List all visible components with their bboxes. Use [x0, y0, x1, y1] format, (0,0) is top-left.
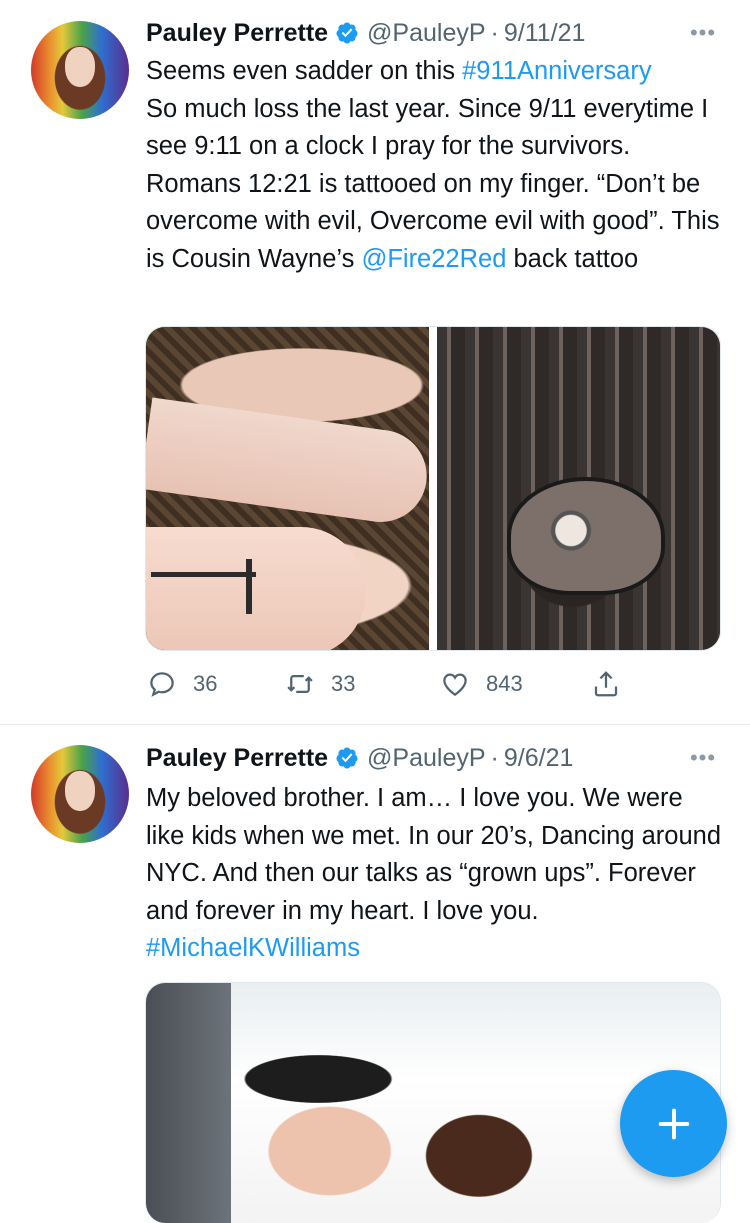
compose-button[interactable]: [620, 1070, 727, 1177]
avatar[interactable]: [31, 745, 129, 843]
more-icon[interactable]: •••: [688, 747, 718, 769]
mention-link[interactable]: @Fire22Red: [361, 245, 506, 273]
retweet-button[interactable]: 33: [285, 664, 355, 704]
author-name[interactable]: Pauley Perrette: [146, 744, 328, 773]
tweet-text-segment: Seems even sadder on this: [146, 57, 463, 85]
tweet[interactable]: Pauley Perrette @PauleyP · 9/11/21 ••• S…: [0, 0, 750, 725]
like-count: 843: [486, 671, 523, 696]
author-name[interactable]: Pauley Perrette: [146, 19, 328, 48]
separator-dot: ·: [490, 18, 499, 47]
reply-icon: [150, 672, 174, 697]
author-handle[interactable]: @PauleyP: [367, 19, 486, 48]
separator-dot: ·: [490, 743, 499, 772]
like-button[interactable]: 843: [440, 664, 523, 704]
tweet-header: Pauley Perrette @PauleyP · 9/6/21: [146, 738, 573, 778]
tweet-media[interactable]: [145, 326, 721, 651]
tweet-header: Pauley Perrette @PauleyP · 9/11/21: [146, 13, 585, 53]
verified-badge-icon: [336, 747, 358, 769]
reply-count: 36: [193, 671, 218, 696]
tweet-date[interactable]: 9/11/21: [504, 19, 586, 48]
tweet-text: Seems even sadder on this #911Anniversar…: [146, 53, 726, 278]
finger-tattoo-photo[interactable]: [146, 327, 433, 650]
tweet-actions: 36 33 843: [145, 664, 625, 704]
back-tattoo-photo[interactable]: [437, 327, 720, 650]
hashtag-link[interactable]: #MichaelKWilliams: [146, 934, 360, 962]
tweet-text: My beloved brother. I am… I love you. We…: [146, 780, 726, 968]
tweet-text-segment: back tattoo: [506, 244, 639, 273]
share-icon: [594, 671, 618, 697]
retweet-icon: [287, 675, 313, 693]
retweet-count: 33: [331, 671, 356, 696]
tweet-date[interactable]: 9/6/21: [504, 744, 574, 773]
verified-badge-icon: [336, 22, 358, 44]
reply-button[interactable]: 36: [147, 664, 217, 704]
avatar[interactable]: [31, 21, 129, 119]
more-icon[interactable]: •••: [688, 22, 718, 44]
author-handle[interactable]: @PauleyP: [367, 744, 486, 773]
compose-plus-icon: [658, 1108, 689, 1139]
tweet-text-segment: My beloved brother. I am… I love you. We…: [146, 784, 722, 925]
heart-icon: [443, 673, 467, 696]
share-button[interactable]: [591, 664, 621, 704]
hashtag-link[interactable]: #911Anniversary: [462, 57, 651, 85]
